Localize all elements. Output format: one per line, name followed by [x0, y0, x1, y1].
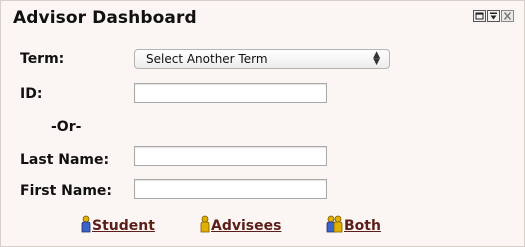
advisor-dashboard-panel: Advisor Dashboard Term: Select Another T…: [0, 0, 525, 247]
id-label: ID:: [20, 86, 43, 102]
single-person-icon: [81, 215, 91, 237]
first-name-input[interactable]: [134, 179, 327, 199]
close-window-icon[interactable]: [501, 10, 514, 22]
first-name-label: First Name:: [20, 183, 113, 199]
both-link-label: Both: [344, 218, 381, 234]
advisees-link-label: Advisees: [211, 218, 282, 234]
last-name-input[interactable]: [134, 146, 327, 166]
or-separator: -Or-: [51, 119, 82, 135]
window-controls: [472, 10, 514, 22]
select-arrows-icon: ▲ ▼: [373, 50, 380, 67]
minimize-window-icon[interactable]: [487, 10, 500, 22]
restore-window-icon[interactable]: [473, 10, 486, 22]
student-link-label: Student: [92, 218, 155, 234]
panel-title: Advisor Dashboard: [13, 8, 197, 28]
term-select[interactable]: Select Another Term ▲ ▼: [134, 49, 390, 69]
last-name-label: Last Name:: [20, 152, 110, 168]
term-select-value: Select Another Term: [146, 52, 268, 66]
term-label: Term:: [20, 51, 65, 67]
both-link[interactable]: Both: [326, 215, 381, 237]
id-input[interactable]: [134, 83, 327, 103]
single-person-icon: [200, 215, 210, 237]
student-link[interactable]: Student: [81, 215, 155, 237]
advisees-link[interactable]: Advisees: [200, 215, 281, 237]
two-people-icon: [326, 215, 343, 237]
